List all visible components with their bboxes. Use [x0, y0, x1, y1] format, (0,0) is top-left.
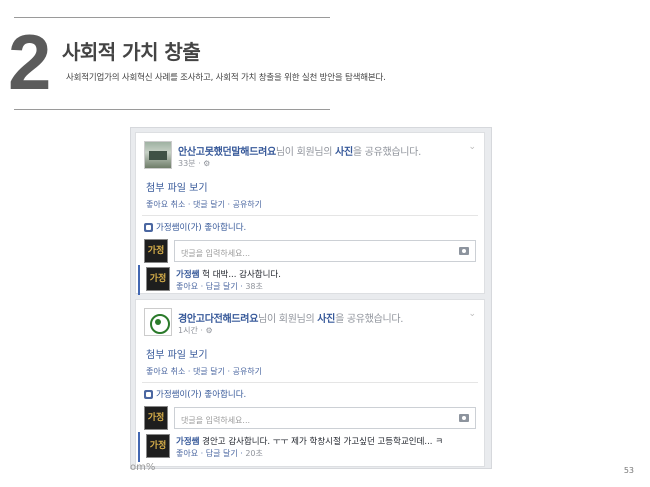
post-author-link[interactable]: 안산고못했던말해드려요 — [178, 147, 276, 158]
like-thumb-icon — [144, 222, 153, 232]
globe-icon: ⚙ — [203, 159, 211, 168]
section-subtitle: 사회적기업가의 사회혁신 사례를 조사하고, 사회적 가치 창출을 위한 실천 … — [66, 73, 386, 83]
feed-post: 안산고못했던말해드려요님이 회원님의 사진을 공유했습니다. 33분 · ⚙ ⌄… — [135, 132, 485, 295]
likes-summary[interactable]: 가정쌤이(가) 좋아합니다. — [144, 221, 246, 233]
camera-icon[interactable] — [459, 247, 469, 255]
post-timestamp: 1시간 · ⚙ — [178, 326, 213, 335]
likes-summary[interactable]: 가정쌤이(가) 좋아합니다. — [144, 388, 246, 400]
reply-text: 헉 대박... 감사합니다. — [199, 270, 281, 280]
comment-input[interactable] — [175, 243, 475, 264]
post-header: 안산고못했던말해드려요님이 회원님의 사진을 공유했습니다. — [178, 147, 421, 158]
comment-input[interactable] — [175, 410, 475, 431]
reply-text: 경안고 감사합니다. ㅜㅜ 제가 학창시절 가고싶던 고등학교인데... ㅋ — [199, 437, 444, 447]
post-header: 경안고다전해드려요님이 회원님의 사진을 공유했습니다. — [178, 314, 404, 325]
clipped-text: om% — [130, 462, 156, 473]
section-title: 사회적 가치 창출 — [62, 40, 201, 64]
divider — [142, 382, 478, 383]
post-actions[interactable]: 좋아요 취소 · 댓글 달기 · 공유하기 — [146, 366, 262, 377]
post-timestamp: 33분 · ⚙ — [178, 159, 211, 168]
header-bottom-rule — [14, 109, 330, 110]
chevron-down-icon[interactable]: ⌄ — [468, 142, 476, 152]
chevron-down-icon[interactable]: ⌄ — [468, 309, 476, 319]
comment-box[interactable] — [174, 240, 476, 264]
reply-actions[interactable]: 좋아요 · 답글 달기 · 20초 — [176, 448, 263, 459]
view-attachment-link[interactable]: 첨부 파일 보기 — [146, 346, 208, 361]
profile-photo[interactable] — [144, 308, 172, 336]
facebook-screenshot: 안산고못했던말해드려요님이 회원님의 사진을 공유했습니다. 33분 · ⚙ ⌄… — [130, 127, 492, 469]
globe-icon: ⚙ — [205, 326, 213, 335]
divider — [142, 215, 478, 216]
section-number: 2 — [8, 18, 51, 106]
comment-box[interactable] — [174, 407, 476, 431]
photo-link[interactable]: 사진 — [317, 314, 335, 325]
profile-photo[interactable] — [144, 141, 172, 169]
avatar: 가정 — [144, 406, 168, 430]
reply-author-link[interactable]: 가정쌤 — [176, 437, 199, 447]
view-attachment-link[interactable]: 첨부 파일 보기 — [146, 179, 208, 194]
photo-link[interactable]: 사진 — [335, 147, 353, 158]
reply-actions[interactable]: 좋아요 · 답글 달기 · 38초 — [176, 281, 263, 292]
avatar: 가정 — [144, 239, 168, 263]
post-author-link[interactable]: 경안고다전해드려요 — [178, 314, 258, 325]
reply-comment: 가정 가정쌤 경안고 감사합니다. ㅜㅜ 제가 학창시절 가고싶던 고등학교인데… — [138, 432, 478, 462]
reply-comment: 가정 가정쌤 헉 대박... 감사합니다. 좋아요 · 답글 달기 · 38초 — [138, 265, 478, 295]
avatar: 가정 — [146, 267, 170, 291]
feed-post: 경안고다전해드려요님이 회원님의 사진을 공유했습니다. 1시간 · ⚙ ⌄ 첨… — [135, 299, 485, 467]
reply-author-link[interactable]: 가정쌤 — [176, 270, 199, 280]
page-number: 53 — [623, 466, 634, 475]
camera-icon[interactable] — [459, 414, 469, 422]
header-top-rule — [14, 17, 330, 18]
avatar: 가정 — [146, 434, 170, 458]
post-actions[interactable]: 좋아요 취소 · 댓글 달기 · 공유하기 — [146, 199, 262, 210]
like-thumb-icon — [144, 389, 153, 399]
